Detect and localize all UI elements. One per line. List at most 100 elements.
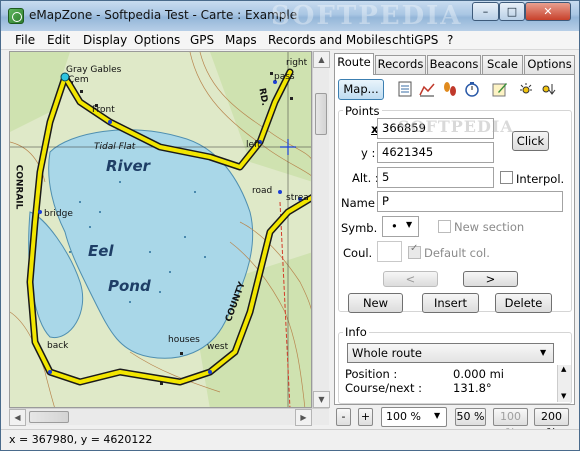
panel-tabs: Route Records Beacons Scale Options xyxy=(334,53,575,75)
y-label: y : xyxy=(361,146,376,160)
map-label-strea: strea xyxy=(286,193,309,203)
interpol-label: Interpol. xyxy=(516,172,565,186)
new-point-button[interactable]: New xyxy=(348,293,403,313)
points-legend: Points xyxy=(343,104,382,118)
map-vertical-scrollbar[interactable]: ▲ ▼ xyxy=(312,51,330,408)
name-field[interactable]: P xyxy=(377,191,563,212)
next-point-button[interactable]: > xyxy=(463,271,518,287)
info-legend: Info xyxy=(343,325,369,339)
symbol-select[interactable]: • xyxy=(382,216,419,237)
map-label-right: right xyxy=(286,58,308,68)
window-title: eMapZone - Softpedia Test - Carte : Exam… xyxy=(29,8,298,22)
info-scrollbar[interactable]: ▲ ▼ xyxy=(557,365,571,402)
info-scope-select[interactable]: Whole route xyxy=(347,343,554,363)
zoom-chevron-down-icon[interactable]: ▼ xyxy=(434,411,440,420)
close-button[interactable]: ✕ xyxy=(525,2,571,21)
map-label-conrail: CONRAIL xyxy=(13,164,24,210)
map-label-road: road xyxy=(252,186,273,196)
menu-file[interactable]: File xyxy=(15,33,35,47)
map-label-pass: pass xyxy=(274,72,295,82)
app-logo-icon xyxy=(8,8,24,24)
route-tab-content: Map... Points x : 366859 SOFTPEDIA y : 4… xyxy=(334,74,575,405)
profile-graph-icon[interactable] xyxy=(419,81,435,97)
stopwatch-icon[interactable] xyxy=(464,81,480,97)
map-label-left: left xyxy=(246,140,261,150)
cursor-coordinates: x = 367980, y = 4620122 xyxy=(9,433,153,446)
y-field[interactable]: 4621345 xyxy=(377,142,494,163)
menu-records-and-mobiles[interactable]: Records and Mobiles xyxy=(268,33,392,47)
zoom-200-button[interactable]: 200 % xyxy=(534,408,569,439)
coul-label: Coul. : xyxy=(343,246,380,260)
delete-point-button[interactable]: Delete xyxy=(495,293,552,313)
map-label-bridge: bridge xyxy=(44,209,73,219)
sun-up-icon[interactable] xyxy=(518,81,534,97)
symbol-chevron-down-icon[interactable]: ▼ xyxy=(406,220,412,229)
map-horizontal-scrollbar[interactable]: ◀ ▶ xyxy=(9,408,329,426)
map-label-west: west xyxy=(207,342,229,352)
position-label: Position : xyxy=(345,367,398,381)
menu-chtigps[interactable]: chtiGPS xyxy=(392,33,438,47)
title-bar[interactable]: eMapZone - Softpedia Test - Carte : Exam… xyxy=(1,1,579,31)
zoom-out-button[interactable]: - xyxy=(336,408,351,426)
vertical-scroll-thumb[interactable] xyxy=(315,93,327,135)
status-bar: x = 367980, y = 4620122 xyxy=(1,429,579,450)
edit-pencil-icon[interactable] xyxy=(492,81,508,97)
tab-beacons[interactable]: Beacons xyxy=(427,55,481,74)
horizontal-scroll-thumb[interactable] xyxy=(29,411,69,423)
menu-edit[interactable]: Edit xyxy=(47,33,70,47)
zoom-50-button[interactable]: 50 % xyxy=(455,408,486,426)
alt-label: Alt. : xyxy=(352,171,379,185)
checkmark-icon: ✓ xyxy=(410,243,419,254)
panel-watermark: SOFTPEDIA xyxy=(398,117,514,136)
course-next-value: 131.8° xyxy=(453,381,492,395)
softpedia-watermark: SOFTPEDIA xyxy=(271,1,463,31)
map-button[interactable]: Map... xyxy=(338,79,384,100)
map-label-tidal-flat: Tidal Flat xyxy=(94,142,136,152)
map-label-gray-gables: Gray Gables xyxy=(66,65,122,75)
tab-scale[interactable]: Scale xyxy=(482,55,523,74)
menu-display[interactable]: Display xyxy=(83,33,127,47)
alt-field[interactable]: 5 xyxy=(377,167,494,188)
map-label-river: River xyxy=(106,157,151,175)
route-panel: Route Records Beacons Scale Options Map.… xyxy=(334,53,575,405)
info-chevron-down-icon[interactable]: ▼ xyxy=(540,348,546,357)
menu-help[interactable]: ? xyxy=(447,33,453,47)
minimize-button[interactable]: – xyxy=(472,2,499,21)
tab-route[interactable]: Route xyxy=(334,53,374,75)
scroll-left-icon[interactable]: ◀ xyxy=(9,409,26,426)
footsteps-icon[interactable] xyxy=(442,81,458,97)
topographic-map[interactable]: Gray Gables Cem Front Tidal Flat River b… xyxy=(9,51,312,408)
color-swatch[interactable] xyxy=(377,241,402,262)
new-section-checkbox[interactable] xyxy=(438,220,451,233)
new-section-label: New section xyxy=(454,220,525,234)
zoom-in-button[interactable]: + xyxy=(358,408,373,426)
maximize-button[interactable]: □ xyxy=(499,2,525,21)
previous-point-button[interactable]: < xyxy=(383,271,438,287)
map-label-front: Front xyxy=(92,105,115,115)
scroll-up-icon[interactable]: ▲ xyxy=(313,51,330,68)
info-scroll-up-icon[interactable]: ▲ xyxy=(561,365,566,373)
tab-options[interactable]: Options xyxy=(524,55,575,74)
map-label-back: back xyxy=(47,341,69,351)
position-value: 0.000 mi xyxy=(453,367,504,381)
scroll-right-icon[interactable]: ▶ xyxy=(295,409,312,426)
map-label-eel: Eel xyxy=(88,242,114,260)
default-col-label: Default col. xyxy=(424,246,490,260)
interpol-checkbox[interactable] xyxy=(500,171,513,184)
tab-records[interactable]: Records xyxy=(375,55,426,74)
list-icon[interactable] xyxy=(397,81,413,97)
zoom-100-button[interactable]: 100 % xyxy=(493,408,528,439)
insert-point-button[interactable]: Insert xyxy=(422,293,479,313)
info-scroll-down-icon[interactable]: ▼ xyxy=(561,392,566,400)
scroll-down-icon[interactable]: ▼ xyxy=(313,391,330,408)
map-label-cem: Cem xyxy=(68,75,89,85)
click-button[interactable]: Click xyxy=(512,131,549,151)
map-graphic xyxy=(10,52,311,407)
menu-gps[interactable]: GPS xyxy=(190,33,214,47)
sun-down-icon[interactable] xyxy=(540,81,556,97)
map-label-pond: Pond xyxy=(108,277,151,295)
course-next-label: Course/next : xyxy=(345,381,423,395)
menu-options[interactable]: Options xyxy=(134,33,180,47)
menu-maps[interactable]: Maps xyxy=(225,33,257,47)
map-label-houses: houses xyxy=(168,335,200,345)
